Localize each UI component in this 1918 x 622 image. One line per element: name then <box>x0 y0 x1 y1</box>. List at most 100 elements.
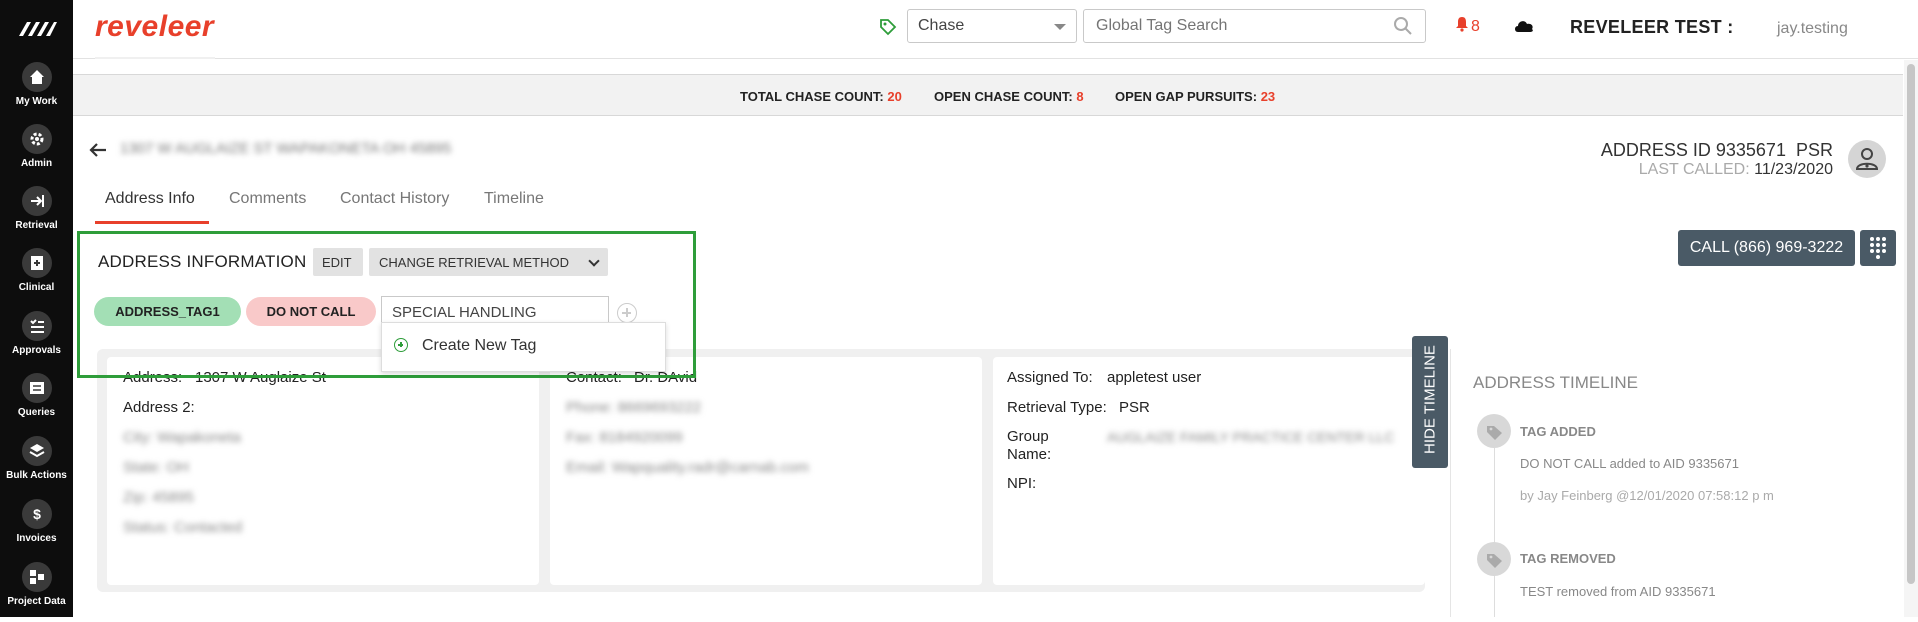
open-gap-pursuits: OPEN GAP PURSUITS: 23 <box>1115 89 1275 104</box>
cloud-icon[interactable] <box>1513 17 1535 33</box>
search-icon[interactable] <box>1393 16 1413 36</box>
email-field: Email: Wapquality.radr@carnab.com <box>566 459 809 476</box>
username[interactable]: jay.testing <box>1777 20 1848 38</box>
left-nav-rail: My Work Admin Retrieval Clinical Approva… <box>0 0 73 617</box>
home-icon <box>21 62 52 92</box>
create-new-tag-label: Create New Tag <box>422 337 537 354</box>
back-arrow-icon[interactable] <box>88 141 108 159</box>
address-title: 1307 W AUGLAIZE ST WAPAKONETA OH 45895 <box>120 140 452 157</box>
nav-item-admin[interactable]: Admin <box>0 124 73 184</box>
nav-item-approvals[interactable]: Approvals <box>0 311 73 371</box>
last-called-label: LAST CALLED: <box>1638 161 1750 178</box>
phone-field: Phone: 8669693222 <box>566 399 702 416</box>
timeline-line <box>1494 448 1495 617</box>
last-called-value: 11/23/2020 <box>1754 161 1833 178</box>
hide-timeline-label: HIDE TIMELINE <box>1421 345 1439 454</box>
retrieval-type-value: PSR <box>1119 399 1150 416</box>
nav-label: Approvals <box>12 345 61 356</box>
change-retrieval-method-button[interactable]: CHANGE RETRIEVAL METHOD <box>369 248 608 276</box>
npi-label: NPI: <box>1007 475 1037 492</box>
plus-circle-icon <box>394 338 408 352</box>
dollar-icon: $ <box>21 499 52 529</box>
tab-contact-history[interactable]: Contact History <box>340 190 449 208</box>
tag-dropdown-menu: Create New Tag <box>381 322 666 372</box>
nav-item-my-work[interactable]: My Work <box>0 62 73 122</box>
zip-field: Zip: 45895 <box>123 489 194 506</box>
app-logo-icon[interactable] <box>17 18 57 40</box>
nav-item-queries[interactable]: Queries <box>0 373 73 433</box>
provider-avatar[interactable] <box>1848 140 1886 178</box>
group-name-label-2: Name: <box>1007 446 1052 463</box>
timeline-event-head: TAG ADDED <box>1520 424 1596 439</box>
nav-label: Clinical <box>18 282 55 293</box>
contact-card: Contact: Dr. DAvid Phone: 8669693222 Fax… <box>550 357 982 585</box>
chevron-down-icon <box>1054 24 1066 30</box>
nav-label: Project Data <box>7 596 66 607</box>
queries-icon <box>21 373 52 403</box>
nav-item-retrieval[interactable]: Retrieval <box>0 186 73 246</box>
retrieval-type-label: Retrieval Type: <box>1007 399 1107 416</box>
tab-address-info[interactable]: Address Info <box>105 190 195 208</box>
retrieval-icon <box>21 186 52 216</box>
tab-comments[interactable]: Comments <box>229 190 306 208</box>
open-chase-label: OPEN CHASE COUNT: <box>934 89 1073 104</box>
open-chase-count: OPEN CHASE COUNT: 8 <box>934 89 1084 104</box>
tag-do-not-call[interactable]: DO NOT CALL <box>246 297 376 326</box>
global-tag-search-input[interactable] <box>1083 9 1426 43</box>
tag-icon <box>880 19 897 36</box>
state-field: State: OH <box>123 459 189 476</box>
call-button[interactable]: CALL (866) 969-3222 <box>1678 230 1855 266</box>
gear-icon <box>21 124 52 154</box>
nav-item-project-data[interactable]: Project Data <box>0 562 73 622</box>
section-title: ADDRESS INFORMATION <box>98 252 307 271</box>
timeline-event-meta: by Jay Feinberg @12/01/2020 07:58:12 p m <box>1520 488 1774 503</box>
project-data-icon <box>21 562 52 592</box>
scrollbar-thumb[interactable] <box>1907 64 1915 584</box>
dialpad-button[interactable] <box>1860 230 1896 266</box>
nav-label: Retrieval <box>15 220 58 231</box>
approvals-icon <box>21 311 52 341</box>
search-scope-select[interactable]: Chase <box>907 9 1077 43</box>
brand-divider <box>95 57 215 59</box>
active-tab-indicator <box>95 221 209 224</box>
status-field: Status: Contacted <box>123 519 243 536</box>
address-card: Address: 1307 W Auglaize St Address 2: C… <box>107 357 539 585</box>
timeline-event-head: TAG REMOVED <box>1520 551 1616 566</box>
last-called: LAST CALLED: 11/23/2020 <box>1639 161 1833 179</box>
nav-item-clinical[interactable]: Clinical <box>0 248 73 308</box>
nav-item-invoices[interactable]: $ Invoices <box>0 499 73 559</box>
chevron-down-icon <box>588 255 600 267</box>
brand-logo[interactable]: reveleer <box>95 10 214 44</box>
timeline-title: ADDRESS TIMELINE <box>1473 373 1639 392</box>
timeline-event-text: DO NOT CALL added to AID 9335671 <box>1520 456 1739 471</box>
add-tag-icon[interactable] <box>617 303 637 323</box>
group-name-label-1: Group <box>1007 428 1049 445</box>
search-scope-value: Chase <box>918 17 965 34</box>
tab-timeline[interactable]: Timeline <box>484 190 544 208</box>
timeline-event-text: TEST removed from AID 9335671 <box>1520 584 1716 599</box>
nav-label: Admin <box>20 158 53 169</box>
nav-label: Queries <box>17 407 56 418</box>
hide-timeline-toggle[interactable]: HIDE TIMELINE <box>1412 336 1448 468</box>
svg-text:$: $ <box>33 506 41 522</box>
address-id-value: ADDRESS ID 9335671 <box>1600 140 1786 160</box>
address-id: ADDRESS ID 9335671 PSR <box>1601 140 1833 161</box>
total-chase-count: TOTAL CHASE COUNT: 20 <box>740 89 902 104</box>
change-method-label: CHANGE RETRIEVAL METHOD <box>379 254 569 270</box>
city-field: City: Wapakoneta <box>123 429 241 446</box>
assigned-to-value: appletest user <box>1107 369 1202 386</box>
open-chase-value: 8 <box>1076 89 1084 104</box>
tag-address-tag1[interactable]: ADDRESS_TAG1 <box>94 297 241 326</box>
assignment-card: Assigned To: appletest user Retrieval Ty… <box>993 357 1425 585</box>
edit-button[interactable]: EDIT <box>313 248 363 276</box>
fax-field: Fax: 8184920099 <box>566 429 683 446</box>
group-name-value: AUGLAIZE FAMILY PRACTICE CENTER LLC <box>1107 429 1395 445</box>
create-new-tag-option[interactable]: Create New Tag <box>394 337 536 355</box>
assigned-to-label: Assigned To: <box>1007 369 1093 386</box>
nav-item-bulk-actions[interactable]: Bulk Actions <box>0 436 73 496</box>
total-chase-label: TOTAL CHASE COUNT: <box>740 89 884 104</box>
layers-icon <box>21 436 52 466</box>
org-name: REVELEER TEST : <box>1570 17 1734 37</box>
chase-counts-bar: TOTAL CHASE COUNT: 20 OPEN CHASE COUNT: … <box>73 74 1903 116</box>
bell-icon[interactable] <box>1454 16 1470 32</box>
